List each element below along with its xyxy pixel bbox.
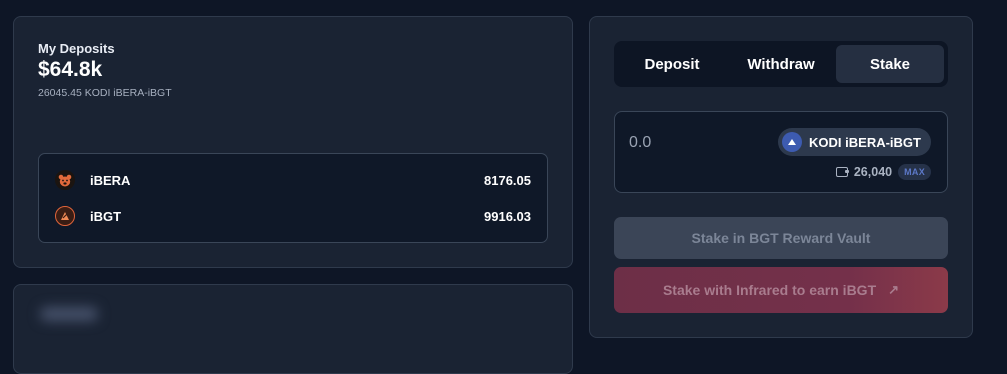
kodiak-icon bbox=[782, 132, 803, 152]
external-arrow-icon: ↗ bbox=[888, 282, 900, 297]
ibgt-icon bbox=[55, 206, 75, 226]
bear-icon bbox=[55, 170, 75, 190]
tab-withdraw[interactable]: Withdraw bbox=[727, 45, 835, 83]
stake-infrared-label: Stake with Infrared to earn iBGT bbox=[662, 282, 877, 298]
token-row-ibgt: iBGT 9916.03 bbox=[39, 204, 547, 228]
action-card: Deposit Withdraw Stake KODI iBERA-iBGT 2… bbox=[589, 16, 973, 338]
amount-input[interactable] bbox=[629, 132, 769, 154]
token-selector-label: KODI iBERA-iBGT bbox=[809, 134, 921, 150]
stake-infrared-button[interactable]: Stake with Infrared to earn iBGT ↗ bbox=[614, 267, 948, 313]
token-selector[interactable]: KODI iBERA-iBGT bbox=[778, 128, 931, 156]
amount-box: KODI iBERA-iBGT 26,040 MAX bbox=[614, 111, 948, 193]
token-name: iBGT bbox=[90, 209, 122, 224]
tab-stake[interactable]: Stake bbox=[836, 45, 944, 83]
max-button[interactable]: MAX bbox=[898, 164, 931, 180]
deposits-title: My Deposits bbox=[38, 41, 115, 56]
blurred-content bbox=[40, 307, 98, 321]
token-value: 9916.03 bbox=[484, 209, 531, 224]
stake-vault-button[interactable]: Stake in BGT Reward Vault bbox=[614, 217, 948, 259]
deposits-card: My Deposits $64.8k 26045.45 KODI iBERA-i… bbox=[13, 16, 573, 268]
balance-value: 26,040 bbox=[853, 165, 893, 179]
token-breakdown: iBERA 8176.05 iBGT 9916.03 bbox=[38, 153, 548, 243]
token-value: 8176.05 bbox=[484, 173, 531, 188]
stake-vault-label: Stake in BGT Reward Vault bbox=[691, 230, 871, 246]
balance-row: 26,040 MAX bbox=[835, 162, 931, 182]
token-name: iBERA bbox=[90, 173, 131, 188]
tab-deposit[interactable]: Deposit bbox=[618, 45, 726, 83]
token-row-ibera: iBERA 8176.05 bbox=[39, 168, 547, 192]
deposits-usd-value: $64.8k bbox=[38, 58, 103, 81]
action-tabs: Deposit Withdraw Stake bbox=[614, 41, 948, 87]
wallet-icon bbox=[835, 167, 849, 177]
blurred-card bbox=[13, 284, 573, 374]
deposits-token-amount: 26045.45 KODI iBERA-iBGT bbox=[38, 87, 172, 99]
